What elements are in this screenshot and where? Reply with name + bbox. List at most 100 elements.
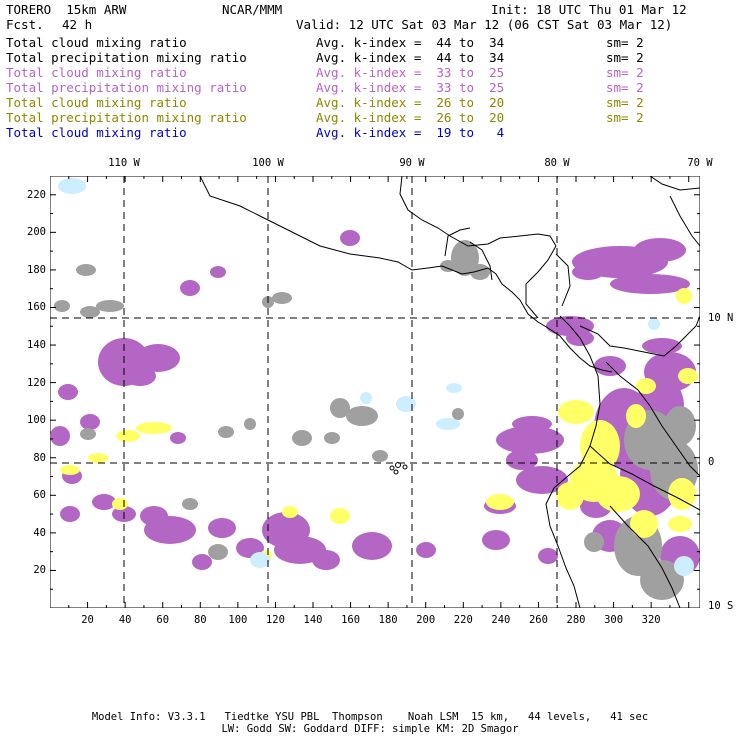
x-tick-label: 280 — [566, 614, 586, 626]
x-tick-label: 140 — [303, 614, 323, 626]
y-tick-label: 120 — [27, 376, 46, 389]
legend-smoothing: sm= 2 — [606, 95, 644, 110]
yellow-field-patch — [136, 422, 172, 434]
purple-field-patch — [192, 554, 212, 570]
legend-field-label: Total cloud mixing ratio — [6, 65, 187, 80]
legend-smoothing: sm= 2 — [606, 80, 644, 95]
purple-field-patch — [340, 230, 360, 246]
purple-field-patch — [506, 450, 538, 470]
x-tick-label: 180 — [378, 614, 398, 626]
purple-field-patch — [538, 548, 558, 564]
y-tick-label: 220 — [27, 188, 46, 201]
purple-field-patch — [572, 264, 604, 280]
x-tick-label: 200 — [416, 614, 436, 626]
lon-label: 100 W — [252, 157, 284, 169]
legend-field-label: Total cloud mixing ratio — [6, 125, 187, 140]
legend-k-index: Avg. k-index = 26 to 20 — [316, 95, 505, 110]
gray-field-patch — [218, 426, 234, 438]
yellow-field-patch — [558, 400, 594, 424]
x-tick-label: 160 — [341, 614, 361, 626]
purple-field-patch — [80, 414, 100, 430]
legend-field-label: Total precipitation mixing ratio — [6, 80, 247, 95]
legend-smoothing: sm= 2 — [606, 50, 644, 65]
x-tick-label: 260 — [528, 614, 548, 626]
lightblue-field-patch — [446, 383, 462, 393]
x-tick-label: 240 — [491, 614, 511, 626]
lon-label: 80 W — [544, 157, 570, 169]
yellow-field-patch — [676, 288, 692, 304]
x-tick-label: 120 — [265, 614, 285, 626]
legend-smoothing: sm= 2 — [606, 65, 644, 80]
valid-time: Valid: 12 UTC Sat 03 Mar 12 (06 CST Sat … — [296, 17, 673, 32]
lightblue-field-patch — [396, 396, 416, 412]
y-tick-label: 160 — [27, 301, 46, 314]
lightblue-field-patch — [674, 556, 694, 576]
lightblue-field-patch — [58, 178, 86, 194]
footer-physics-info: LW: Godd SW: Goddard DIFF: simple KM: 2D… — [221, 723, 519, 735]
purple-field-patch — [208, 518, 236, 538]
yellow-field-patch — [626, 404, 646, 428]
purple-field-patch — [482, 530, 510, 550]
y-tick-label: 200 — [27, 226, 46, 239]
purple-field-patch — [124, 366, 156, 386]
lat-label: 10 S — [708, 600, 734, 612]
y-tick-label: 20 — [33, 564, 46, 577]
legend-field-label: Total precipitation mixing ratio — [6, 110, 247, 125]
x-tick-label: 20 — [81, 614, 94, 626]
yellow-field-patch — [88, 453, 108, 463]
legend-smoothing: sm= 2 — [606, 35, 644, 50]
yellow-field-patch — [330, 508, 350, 524]
yellow-field-patch — [116, 430, 140, 442]
x-tick-label: 220 — [453, 614, 473, 626]
legend-field-label: Total cloud mixing ratio — [6, 95, 187, 110]
yellow-field-patch — [282, 506, 298, 518]
purple-field-patch — [140, 506, 168, 526]
yellow-field-patch — [486, 494, 514, 510]
purple-field-patch — [352, 532, 392, 560]
gray-field-patch — [292, 430, 312, 446]
x-tick-label: 100 — [228, 614, 248, 626]
gray-field-patch — [452, 408, 464, 420]
yellow-field-patch — [630, 510, 658, 538]
lightblue-field-patch — [250, 552, 270, 568]
yellow-field-patch — [60, 465, 80, 475]
lon-label: 70 W — [687, 157, 713, 169]
gray-field-patch — [324, 432, 340, 444]
gray-field-patch — [80, 306, 100, 318]
purple-field-patch — [210, 266, 226, 278]
purple-field-patch — [92, 494, 116, 510]
y-tick-label: 100 — [27, 414, 46, 427]
gray-field-patch — [182, 498, 198, 510]
yellow-field-patch — [112, 498, 128, 510]
model-name: TORERO 15km ARW — [6, 2, 127, 17]
x-tick-label: 300 — [604, 614, 624, 626]
lightblue-field-patch — [360, 392, 372, 404]
yellow-field-patch — [596, 476, 640, 512]
purple-field-patch — [512, 416, 552, 432]
map-panel — [50, 176, 700, 608]
footer-model-info: Model Info: V3.3.1 Tiedtke YSU PBL Thomp… — [91, 711, 649, 723]
legend-smoothing: sm= 2 — [606, 110, 644, 125]
gray-field-patch — [346, 406, 378, 426]
lightblue-field-patch — [436, 418, 460, 430]
gray-field-patch — [272, 292, 292, 304]
y-tick-label: 140 — [27, 339, 46, 352]
legend-k-index: Avg. k-index = 44 to 34 — [316, 35, 505, 50]
forecast-label: Fcst. — [6, 17, 44, 32]
y-tick-label: 80 — [33, 451, 46, 464]
x-tick-label: 60 — [156, 614, 170, 626]
yellow-field-patch — [556, 482, 584, 510]
gray-field-patch — [244, 418, 256, 430]
x-tick-label: 320 — [641, 614, 661, 626]
init-time: Init: 18 UTC Thu 01 Mar 12 — [491, 2, 687, 17]
legend-k-index: Avg. k-index = 33 to 25 — [316, 80, 505, 95]
gray-field-patch — [664, 406, 696, 446]
gray-field-patch — [96, 300, 124, 312]
lon-label: 90 W — [399, 157, 425, 169]
yellow-field-patch — [668, 516, 692, 532]
gray-field-patch — [76, 264, 96, 276]
purple-field-patch — [50, 426, 70, 446]
gray-field-patch — [208, 544, 228, 560]
gray-field-patch — [584, 532, 604, 552]
gray-field-patch — [54, 300, 70, 312]
